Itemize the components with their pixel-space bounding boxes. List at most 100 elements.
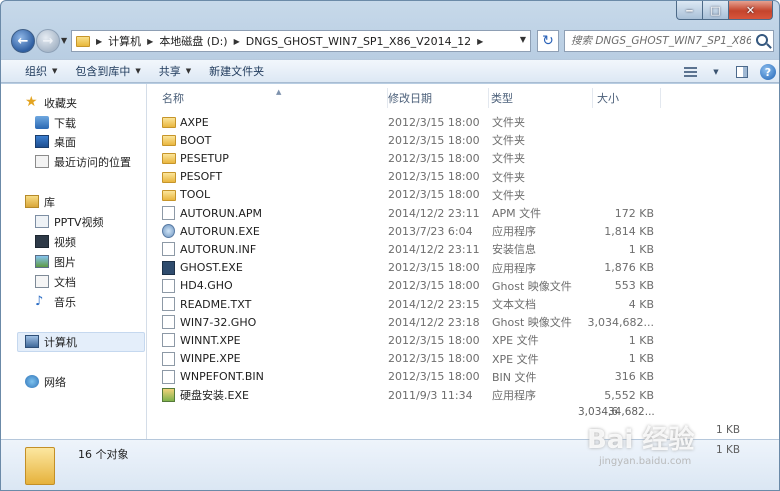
share-label: 共享 (158, 65, 181, 78)
render-artifact-text: 1 KB (716, 424, 741, 436)
file-row[interactable]: AUTORUN.APM 2014/12/2 23:11 APM 文件 172 KB (160, 204, 660, 222)
back-arrow-icon: ← (17, 33, 29, 49)
file-type: 文件夹 (492, 170, 525, 184)
breadcrumb-separator[interactable]: ▶ (477, 37, 483, 46)
column-header-name[interactable]: 名称 ▲ (160, 88, 388, 108)
file-row[interactable]: WNPEFONT.BIN 2012/3/15 18:00 BIN 文件 316 KB (160, 368, 660, 386)
sidebar-item-desktop[interactable]: 桌面 (35, 132, 76, 151)
view-options-dropdown[interactable]: ▼ (703, 61, 729, 83)
breadcrumb-separator[interactable]: ▶ (147, 37, 153, 46)
sidebar-item-favorites[interactable]: ★ 收藏夹 (25, 93, 77, 112)
sidebar-item-music[interactable]: ♪ 音乐 (35, 292, 76, 311)
file-date: 2012/3/15 18:00 (388, 333, 480, 347)
sidebar-item-recent[interactable]: 最近访问的位置 (35, 152, 131, 171)
sidebar-item-network[interactable]: 网络 (25, 372, 66, 391)
file-row[interactable]: GHOST.EXE 2012/3/15 18:00 应用程序 1,876 KB (160, 259, 660, 277)
sidebar-item-label: 最近访问的位置 (54, 155, 131, 169)
address-dropdown[interactable]: ▼ (520, 35, 526, 44)
file-size: 5,552 KB (604, 388, 654, 402)
address-bar[interactable]: ▶ 计算机 ▶ 本地磁盘 (D:) ▶ DNGS_GHOST_WIN7_SP1_… (71, 30, 531, 52)
file-row[interactable]: PESETUP 2012/3/15 18:00 文件夹 (160, 149, 660, 167)
chevron-down-icon: ▼ (185, 67, 192, 75)
file-row[interactable]: 硬盘安装.EXE 2011/9/3 11:34 应用程序 5,552 KB (160, 386, 660, 404)
sidebar-item-pptv[interactable]: PPTV视频 (35, 212, 104, 231)
file-type: Ghost 映像文件 (492, 316, 572, 330)
file-type: 文件夹 (492, 116, 525, 129)
back-button[interactable]: ← (11, 29, 35, 53)
help-button[interactable]: ? (755, 61, 779, 83)
sidebar-item-pictures[interactable]: 图片 (35, 252, 76, 271)
file-row[interactable]: AXPE 2012/3/15 18:00 文件夹 (160, 113, 660, 131)
document-icon (35, 275, 49, 288)
file-row[interactable]: WINPE.XPE 2012/3/15 18:00 XPE 文件 1 KB (160, 350, 660, 368)
column-header-size[interactable]: 大小 (593, 88, 661, 108)
sidebar-item-label: 桌面 (54, 135, 76, 149)
file-list[interactable]: 名称 ▲ 修改日期 类型 大小 AXPE 2012/3/15 18:00 文件夹 BO… (148, 84, 779, 439)
sidebar-item-label: PPTV视频 (54, 215, 104, 229)
render-artifact-text: 1 KB (716, 444, 741, 456)
file-date: 2012/3/15 18:00 (388, 170, 480, 184)
search-input[interactable] (571, 35, 751, 47)
file-name: PESETUP (180, 151, 229, 165)
exe-icon (162, 224, 175, 239)
share-button[interactable]: 共享 ▼ (150, 60, 200, 82)
file-row[interactable]: PESOFT 2012/3/15 18:00 文件夹 (160, 168, 660, 186)
navigation-pane[interactable]: ★ 收藏夹 下载 桌面 最近访问的位置 库 PPTV视频 视频 图片 文档 ♪ … (1, 84, 147, 439)
sidebar-item-libraries[interactable]: 库 (25, 192, 55, 211)
forward-button[interactable]: → (36, 29, 60, 53)
breadcrumb-current-folder[interactable]: DNGS_GHOST_WIN7_SP1_X86_V2014_12 (246, 35, 471, 48)
sidebar-item-computer[interactable]: 计算机 (25, 332, 77, 351)
recent-pages-dropdown[interactable]: ▼ (61, 36, 67, 45)
column-header-date[interactable]: 修改日期 (388, 88, 489, 108)
new-folder-button[interactable]: 新建文件夹 (200, 60, 273, 82)
preview-pane-button[interactable] (729, 61, 755, 83)
file-size: 1,876 KB (604, 261, 654, 275)
search-icon[interactable] (756, 34, 768, 46)
file-type: 文件夹 (492, 188, 525, 202)
file-row[interactable]: WINNT.XPE 2012/3/15 18:00 XPE 文件 1 KB (160, 331, 660, 349)
file-row[interactable]: BOOT 2012/3/15 18:00 文件夹 (160, 131, 660, 149)
sidebar-item-documents[interactable]: 文档 (35, 272, 76, 291)
maximize-button[interactable]: □ (703, 1, 729, 20)
file-name: BOOT (180, 133, 212, 147)
file-date: 2012/3/15 18:00 (388, 370, 480, 384)
file-row[interactable]: HD4.GHO 2012/3/15 18:00 Ghost 映像文件 553 KB (160, 277, 660, 295)
file-type: 应用程序 (492, 261, 536, 275)
include-library-button[interactable]: 包含到库中 ▼ (66, 60, 149, 82)
file-row[interactable]: AUTORUN.EXE 2013/7/23 6:04 应用程序 1,814 KB (160, 222, 660, 240)
file-size: 3,034,682... (587, 315, 654, 329)
file-size: 1,814 KB (604, 224, 654, 238)
file-type: XPE 文件 (492, 352, 539, 366)
breadcrumb-separator[interactable]: ▶ (96, 37, 102, 46)
folder-icon (162, 189, 176, 201)
close-button[interactable]: ✕ (729, 1, 773, 20)
help-icon: ? (760, 64, 776, 80)
breadcrumb-computer[interactable]: 计算机 (108, 33, 141, 49)
chevron-down-icon: ▼ (52, 67, 58, 75)
file-row[interactable]: WIN7-32.GHO 2014/12/2 23:18 Ghost 映像文件 3,03… (160, 313, 660, 331)
file-row[interactable]: TOOL 2012/3/15 18:00 文件夹 (160, 186, 660, 204)
render-artifact-text: 34,682... (608, 406, 655, 418)
breadcrumb-local-disk[interactable]: 本地磁盘 (D:) (159, 33, 227, 49)
file-date: 2012/3/15 18:00 (388, 188, 480, 202)
sidebar-item-downloads[interactable]: 下载 (35, 113, 76, 132)
change-view-button[interactable] (677, 61, 703, 83)
file-row[interactable]: README.TXT 2014/12/2 23:15 文本文档 4 KB (160, 295, 660, 313)
file-type: APM 文件 (492, 207, 542, 220)
recent-places-icon (35, 155, 49, 168)
minimize-button[interactable]: ‒ (676, 1, 703, 20)
refresh-button[interactable]: ↻ (537, 30, 559, 52)
breadcrumb-separator[interactable]: ▶ (234, 37, 240, 46)
column-header-type[interactable]: 类型 (489, 88, 593, 108)
file-date: 2012/3/15 18:00 (388, 279, 480, 293)
organize-button[interactable]: 组织 ▼ (16, 60, 66, 82)
column-header-label: 大小 (597, 92, 619, 105)
file-name: AUTORUN.INF (180, 242, 257, 256)
search-box[interactable] (564, 30, 774, 52)
file-name: README.TXT (180, 297, 252, 311)
sidebar-item-videos[interactable]: 视频 (35, 232, 76, 251)
navigation-bar: ← → ▼ ▶ 计算机 ▶ 本地磁盘 (D:) ▶ DNGS_GHOST_WIN… (1, 27, 779, 55)
folder-icon (76, 35, 90, 47)
file-row[interactable]: AUTORUN.INF 2014/12/2 23:11 安装信息 1 KB (160, 240, 660, 258)
computer-icon (25, 335, 39, 348)
